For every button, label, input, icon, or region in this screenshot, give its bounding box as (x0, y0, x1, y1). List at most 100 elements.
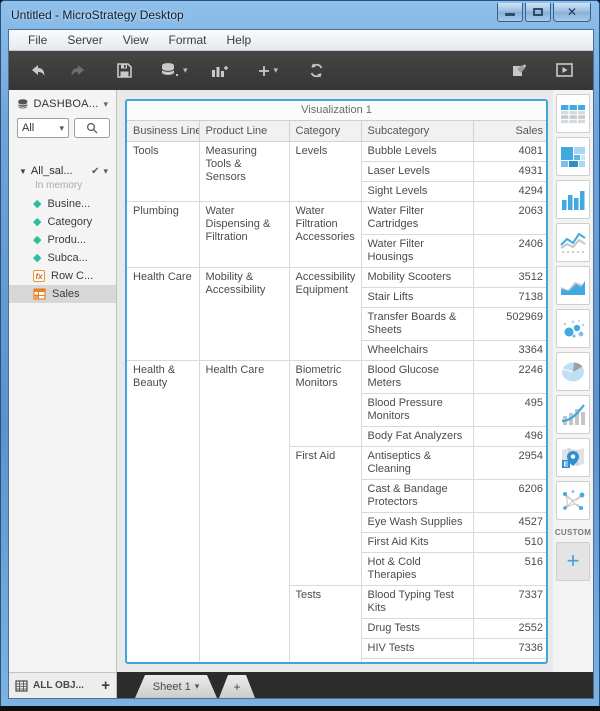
sales-value-cell[interactable]: 4931 (472, 161, 546, 182)
sales-value-cell[interactable]: 2063 (472, 201, 546, 235)
line-chart-viz-button[interactable] (556, 223, 590, 262)
add-data-button[interactable]: ▾ (154, 57, 194, 84)
sales-value-cell[interactable]: 7138 (472, 287, 546, 308)
add-custom-visualization-button[interactable]: + (556, 542, 590, 581)
business-line-cell[interactable]: Health & Beauty (127, 360, 200, 662)
object-filter-select[interactable]: All ▾ (17, 118, 69, 138)
sales-value-cell[interactable]: 4294 (472, 181, 546, 202)
product-line-cell[interactable]: Water Dispensing & Filtration (198, 201, 290, 268)
save-button[interactable] (111, 58, 138, 83)
category-cell[interactable]: First Aid (289, 446, 362, 586)
subcategory-cell[interactable]: Bubble Levels (360, 141, 474, 162)
subcategory-cell[interactable]: Body Fat Analyzers (361, 426, 474, 447)
sales-value-cell[interactable]: 3512 (472, 267, 546, 288)
column-header[interactable]: Subcategory (360, 121, 474, 142)
add-sheet-button[interactable]: + (219, 675, 255, 698)
insert-button[interactable]: ▾ (251, 59, 285, 83)
pie-chart-viz-button[interactable] (556, 352, 590, 391)
sheet-tab[interactable]: Sheet 1 ▾ (135, 675, 217, 698)
combo-chart-viz-button[interactable] (556, 395, 590, 434)
minimize-button[interactable] (497, 2, 523, 22)
column-header[interactable]: Business Line (127, 121, 200, 142)
sales-value-cell[interactable]: 7337 (472, 585, 546, 619)
subcategory-cell[interactable]: Cast & Bandage Protectors (361, 479, 474, 513)
area-chart-viz-button[interactable] (556, 266, 590, 305)
category-cell[interactable]: Tests (289, 585, 362, 662)
subcategory-cell[interactable]: Transfer Boards & Sheets (361, 307, 474, 341)
menu-server[interactable]: Server (58, 31, 111, 49)
bar-chart-viz-button[interactable] (556, 180, 590, 219)
refresh-button[interactable] (302, 57, 331, 84)
subcategory-cell[interactable]: Sight Levels (361, 181, 474, 202)
datasets-panel-header[interactable]: DASHBOA... ▾ (9, 90, 116, 116)
add-filter-button[interactable] (505, 58, 534, 84)
search-button[interactable] (74, 118, 110, 138)
column-header[interactable]: Category (288, 121, 362, 142)
business-line-cell[interactable]: Tools (127, 141, 200, 202)
menu-format[interactable]: Format (159, 31, 215, 49)
product-line-cell[interactable]: Health Care (198, 360, 290, 662)
subcategory-cell[interactable]: Water Filter Housings (361, 234, 474, 268)
esri-map-viz-button[interactable]: E (556, 438, 590, 477)
metric-item-sales[interactable]: Sales (9, 285, 116, 303)
bubble-chart-viz-button[interactable] (556, 309, 590, 348)
add-object-button[interactable]: + (101, 678, 110, 693)
network-viz-button[interactable] (556, 481, 590, 520)
close-button[interactable]: ✕ (553, 2, 591, 22)
subcategory-cell[interactable]: Water Filter Cartridges (360, 201, 474, 235)
metric-item-row-count[interactable]: fx Row C... (9, 267, 116, 285)
sales-value-cell[interactable]: 6206 (472, 479, 546, 513)
business-line-cell[interactable]: Plumbing (127, 201, 200, 268)
sales-value-cell[interactable]: 2406 (472, 234, 546, 268)
product-line-cell[interactable]: Measuring Tools & Sensors (198, 141, 290, 202)
add-visualization-button[interactable] (204, 57, 235, 84)
subcategory-cell[interactable]: Blood Typing Test Kits (360, 585, 474, 619)
attribute-item-product-line[interactable]: ◆ Produ... (9, 231, 116, 249)
sales-value-cell[interactable]: 510 (472, 532, 546, 553)
sales-value-cell[interactable]: 2246 (472, 360, 546, 394)
attribute-item-category[interactable]: ◆ Category (9, 213, 116, 231)
sales-value-cell[interactable]: 496 (472, 426, 546, 447)
sales-value-cell[interactable]: 502969 (472, 307, 546, 341)
subcategory-cell[interactable]: First Aid Kits (361, 532, 474, 553)
sales-value-cell[interactable]: 516 (472, 552, 546, 586)
subcategory-cell[interactable]: Wheelchairs (361, 340, 474, 361)
subcategory-cell[interactable]: Drug Tests (361, 618, 474, 639)
redo-button[interactable] (63, 58, 93, 84)
dataset-row[interactable]: ▼ All_sal... ✔ ▾ (9, 162, 116, 179)
subcategory-cell[interactable]: Mobility Scooters (360, 267, 474, 288)
product-line-cell[interactable]: Mobility & Accessibility (198, 267, 290, 361)
menu-help[interactable]: Help (218, 31, 261, 49)
sales-value-cell[interactable]: 1680 (472, 658, 546, 662)
visualization-container[interactable]: Visualization 1 Business Line Product Lin… (125, 99, 548, 664)
sales-value-cell[interactable]: 4527 (472, 512, 546, 533)
subcategory-cell[interactable]: Blood Glucose Meters (360, 360, 474, 394)
maximize-button[interactable] (525, 2, 551, 22)
titlebar[interactable]: Untitled - MicroStrategy Desktop ✕ (1, 1, 599, 29)
undo-button[interactable] (23, 58, 53, 84)
heat-map-viz-button[interactable] (556, 137, 590, 176)
subcategory-cell[interactable]: Laser Levels (361, 161, 474, 182)
menu-view[interactable]: View (114, 31, 158, 49)
sales-value-cell[interactable]: 495 (472, 393, 546, 427)
subcategory-cell[interactable]: Antiseptics & Cleaning (360, 446, 474, 480)
category-cell[interactable]: Water Filtration Accessories (288, 201, 362, 268)
dashboard-canvas[interactable]: Visualization 1 Business Line Product Lin… (117, 90, 553, 672)
sales-value-cell[interactable]: 2552 (472, 618, 546, 639)
sales-value-cell[interactable]: 4081 (472, 141, 546, 162)
presentation-mode-button[interactable] (550, 58, 579, 84)
visualization-title[interactable]: Visualization 1 (127, 101, 546, 121)
attribute-item-subcategory[interactable]: ◆ Subca... (9, 249, 116, 267)
business-line-cell[interactable]: Health Care (127, 267, 200, 361)
sales-value-cell[interactable]: 2954 (472, 446, 546, 480)
grid-viz-button[interactable] (556, 94, 590, 133)
subcategory-cell[interactable]: Blood Pressure Monitors (361, 393, 474, 427)
category-cell[interactable]: Biometric Monitors (288, 360, 362, 447)
subcategory-cell[interactable]: HIV Tests (361, 638, 474, 659)
attribute-item-business-line[interactable]: ◆ Busine... (9, 195, 116, 213)
subcategory-cell[interactable]: Eye Wash Supplies (361, 512, 474, 533)
column-header[interactable]: Sales (472, 121, 546, 142)
sales-value-cell[interactable]: 3364 (472, 340, 546, 361)
category-cell[interactable]: Levels (288, 141, 362, 202)
subcategory-cell[interactable]: Hot & Cold Therapies (361, 552, 474, 586)
